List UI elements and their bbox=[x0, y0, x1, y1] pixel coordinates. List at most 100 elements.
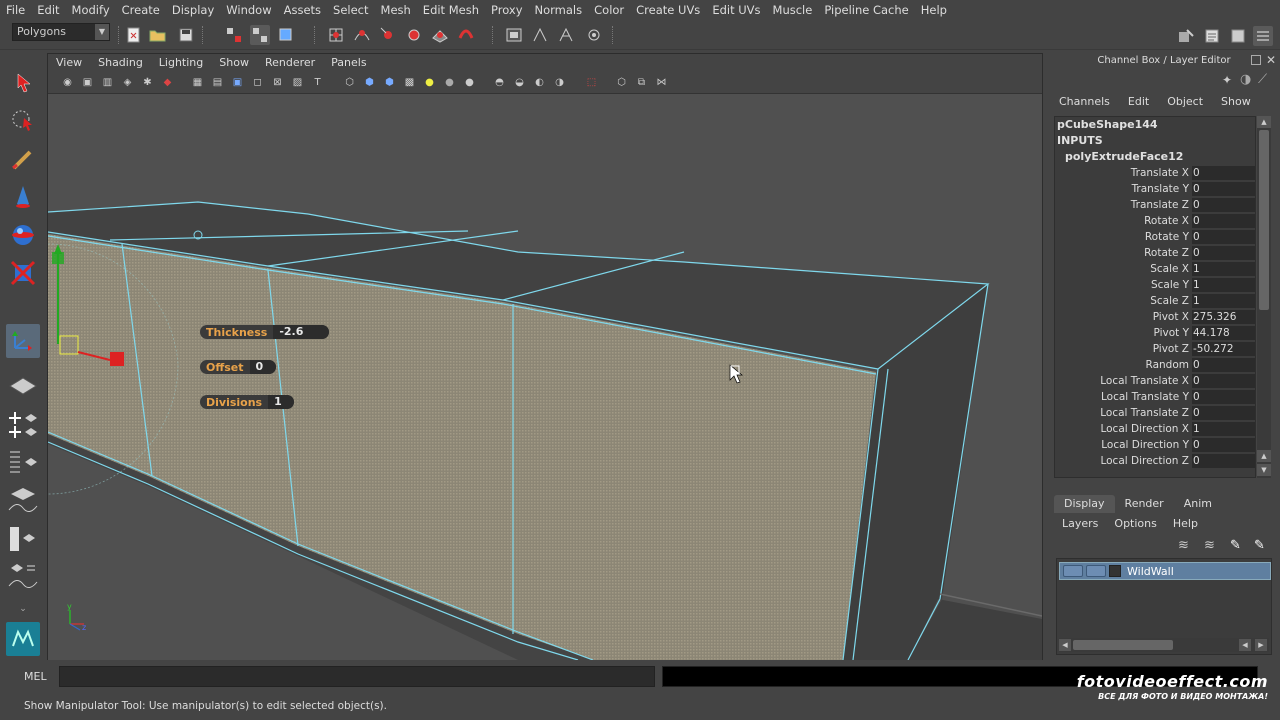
channel-value[interactable]: 44.178 bbox=[1192, 326, 1255, 340]
menu-color[interactable]: Color bbox=[588, 0, 630, 20]
cb-menu-show[interactable]: Show bbox=[1210, 93, 1258, 111]
channel-value[interactable]: -50.272 bbox=[1192, 342, 1255, 356]
rotate-tool-icon[interactable] bbox=[6, 218, 40, 252]
backface-icon[interactable]: ◐ bbox=[532, 76, 547, 90]
channel-row[interactable]: Random 0 bbox=[1055, 357, 1255, 373]
gate-mask-icon[interactable]: ▣ bbox=[230, 76, 245, 90]
resolution-gate-icon[interactable]: ▤ bbox=[210, 76, 225, 90]
menu-select[interactable]: Select bbox=[327, 0, 374, 20]
modeling-toolkit-icon[interactable] bbox=[1176, 26, 1196, 46]
ambient-occlusion-icon[interactable]: ⬡ bbox=[614, 76, 629, 90]
menu-help[interactable]: Help bbox=[915, 0, 953, 20]
menu-normals[interactable]: Normals bbox=[529, 0, 589, 20]
shadows-icon[interactable]: ● bbox=[442, 76, 457, 90]
channel-row[interactable]: Local Direction Z0 bbox=[1055, 453, 1255, 469]
default-lighting-icon[interactable]: ● bbox=[462, 76, 477, 90]
channel-row[interactable]: Translate Y0 bbox=[1055, 181, 1255, 197]
menu-create[interactable]: Create bbox=[116, 0, 166, 20]
channel-box-layout-icon[interactable]: ✦ bbox=[1222, 73, 1232, 87]
channel-row[interactable]: Rotate X0 bbox=[1055, 213, 1255, 229]
field-chart-icon[interactable]: ◻ bbox=[250, 76, 265, 90]
menu-proxy[interactable]: Proxy bbox=[485, 0, 529, 20]
channel-value[interactable]: 0 bbox=[1192, 454, 1255, 468]
camera-select-icon[interactable]: ◉ bbox=[60, 76, 75, 90]
safe-action-icon[interactable]: ⊠ bbox=[270, 76, 285, 90]
use-all-lights-icon[interactable]: ● bbox=[422, 76, 437, 90]
channel-row[interactable]: Local Translate Y0 bbox=[1055, 389, 1255, 405]
bookmarks-icon[interactable]: ▥ bbox=[100, 76, 115, 90]
isolate-icon[interactable]: ◑ bbox=[552, 76, 567, 90]
layer-list-hscrollbar[interactable]: ◀ ◀ ▶ bbox=[1059, 638, 1269, 652]
channel-box-icon[interactable] bbox=[1253, 26, 1273, 46]
hud-divisions[interactable]: Divisions 1 bbox=[200, 395, 295, 409]
menu-muscle[interactable]: Muscle bbox=[767, 0, 819, 20]
channel-row[interactable]: Scale X1 bbox=[1055, 261, 1255, 277]
new-layer-selected-icon[interactable]: ✎ bbox=[1254, 538, 1265, 553]
menu-file[interactable]: File bbox=[0, 0, 31, 20]
tab-render[interactable]: Render bbox=[1115, 495, 1174, 513]
cb-menu-channels[interactable]: Channels bbox=[1048, 93, 1117, 111]
select-tool-icon[interactable] bbox=[6, 66, 40, 100]
channel-row[interactable]: Translate X0 bbox=[1055, 165, 1255, 181]
channel-value[interactable]: 1 bbox=[1192, 262, 1255, 276]
snap-plane-icon[interactable] bbox=[404, 25, 424, 45]
viewport-menu-panels[interactable]: Panels bbox=[323, 54, 374, 72]
wireframe-icon[interactable]: ▦ bbox=[190, 76, 205, 90]
viewport-scene[interactable]: Thickness -2.6 Offset 0 Divisions 1 y z bbox=[48, 94, 1042, 660]
select-hierarchy-icon[interactable] bbox=[224, 25, 244, 45]
channel-row[interactable]: Translate Z0 bbox=[1055, 197, 1255, 213]
menu-modify[interactable]: Modify bbox=[66, 0, 116, 20]
menu-display[interactable]: Display bbox=[166, 0, 220, 20]
viewport-menu-view[interactable]: View bbox=[48, 54, 90, 72]
layer-row[interactable]: WildWall bbox=[1059, 562, 1271, 580]
hud-thickness[interactable]: Thickness -2.6 bbox=[200, 325, 330, 339]
channel-row[interactable]: Local Direction Y0 bbox=[1055, 437, 1255, 453]
le-menu-layers[interactable]: Layers bbox=[1054, 515, 1106, 533]
motion-blur-icon[interactable]: ⧉ bbox=[634, 76, 649, 90]
channel-list-scrollbar[interactable]: ▲ ▲ ▼ bbox=[1257, 116, 1271, 478]
channel-row[interactable]: Rotate Y0 bbox=[1055, 229, 1255, 245]
move-layer-down-icon[interactable]: ≋ bbox=[1204, 538, 1215, 553]
wireframe-on-shaded-icon[interactable]: ⬢ bbox=[382, 76, 397, 90]
viewport-menu-show[interactable]: Show bbox=[211, 54, 257, 72]
channel-value[interactable]: 0 bbox=[1192, 198, 1255, 212]
move-layer-up-icon[interactable]: ≋ bbox=[1178, 538, 1189, 553]
layer-visibility-toggle[interactable] bbox=[1063, 565, 1083, 577]
menu-set-selector[interactable]: Polygons ▼ bbox=[12, 23, 110, 41]
hypershade-persp-icon[interactable] bbox=[6, 524, 40, 554]
snap-point-icon[interactable] bbox=[378, 25, 398, 45]
film-gate-icon[interactable]: ◆ bbox=[160, 76, 175, 90]
scroll-right-icon[interactable]: ▶ bbox=[1255, 639, 1267, 651]
image-plane-icon[interactable]: ◈ bbox=[120, 76, 135, 90]
scroll-down-icon[interactable]: ▼ bbox=[1257, 464, 1271, 476]
hud-offset-value[interactable]: 0 bbox=[249, 360, 276, 374]
tab-display[interactable]: Display bbox=[1054, 495, 1115, 513]
channel-value[interactable]: 0 bbox=[1192, 406, 1255, 420]
menu-mesh[interactable]: Mesh bbox=[375, 0, 417, 20]
attribute-editor-icon[interactable] bbox=[1202, 26, 1222, 46]
smooth-shading-icon[interactable]: ⬢ bbox=[362, 76, 377, 90]
tab-anim[interactable]: Anim bbox=[1174, 495, 1222, 513]
text-icon[interactable]: T bbox=[310, 76, 325, 90]
wireframe-shading-icon[interactable]: ⬡ bbox=[342, 76, 357, 90]
channel-value[interactable]: 0 bbox=[1192, 390, 1255, 404]
channel-value[interactable]: 0 bbox=[1192, 182, 1255, 196]
grid-icon[interactable]: ✱ bbox=[140, 76, 155, 90]
command-input[interactable] bbox=[59, 666, 655, 687]
persp-graph-icon[interactable] bbox=[6, 486, 40, 516]
menu-pipeline-cache[interactable]: Pipeline Cache bbox=[818, 0, 914, 20]
single-pane-icon[interactable] bbox=[6, 372, 40, 400]
scroll-left-icon[interactable]: ◀ bbox=[1059, 639, 1071, 651]
channel-row[interactable]: Pivot Y 44.178 bbox=[1055, 325, 1255, 341]
four-pane-icon[interactable] bbox=[6, 410, 40, 440]
menu-window[interactable]: Window bbox=[220, 0, 277, 20]
close-icon[interactable]: ✕ bbox=[1266, 53, 1276, 67]
layer-display-type-toggle[interactable] bbox=[1086, 565, 1106, 577]
channel-row[interactable]: Rotate Z0 bbox=[1055, 245, 1255, 261]
isolate-select-icon[interactable]: ⬚ bbox=[584, 76, 599, 90]
paint-select-icon[interactable] bbox=[6, 142, 40, 176]
camera-attributes-icon[interactable]: ▣ bbox=[80, 76, 95, 90]
channel-value[interactable]: 275.326 bbox=[1192, 310, 1255, 324]
save-scene-icon[interactable] bbox=[176, 25, 196, 45]
layer-name[interactable]: WildWall bbox=[1127, 565, 1174, 578]
